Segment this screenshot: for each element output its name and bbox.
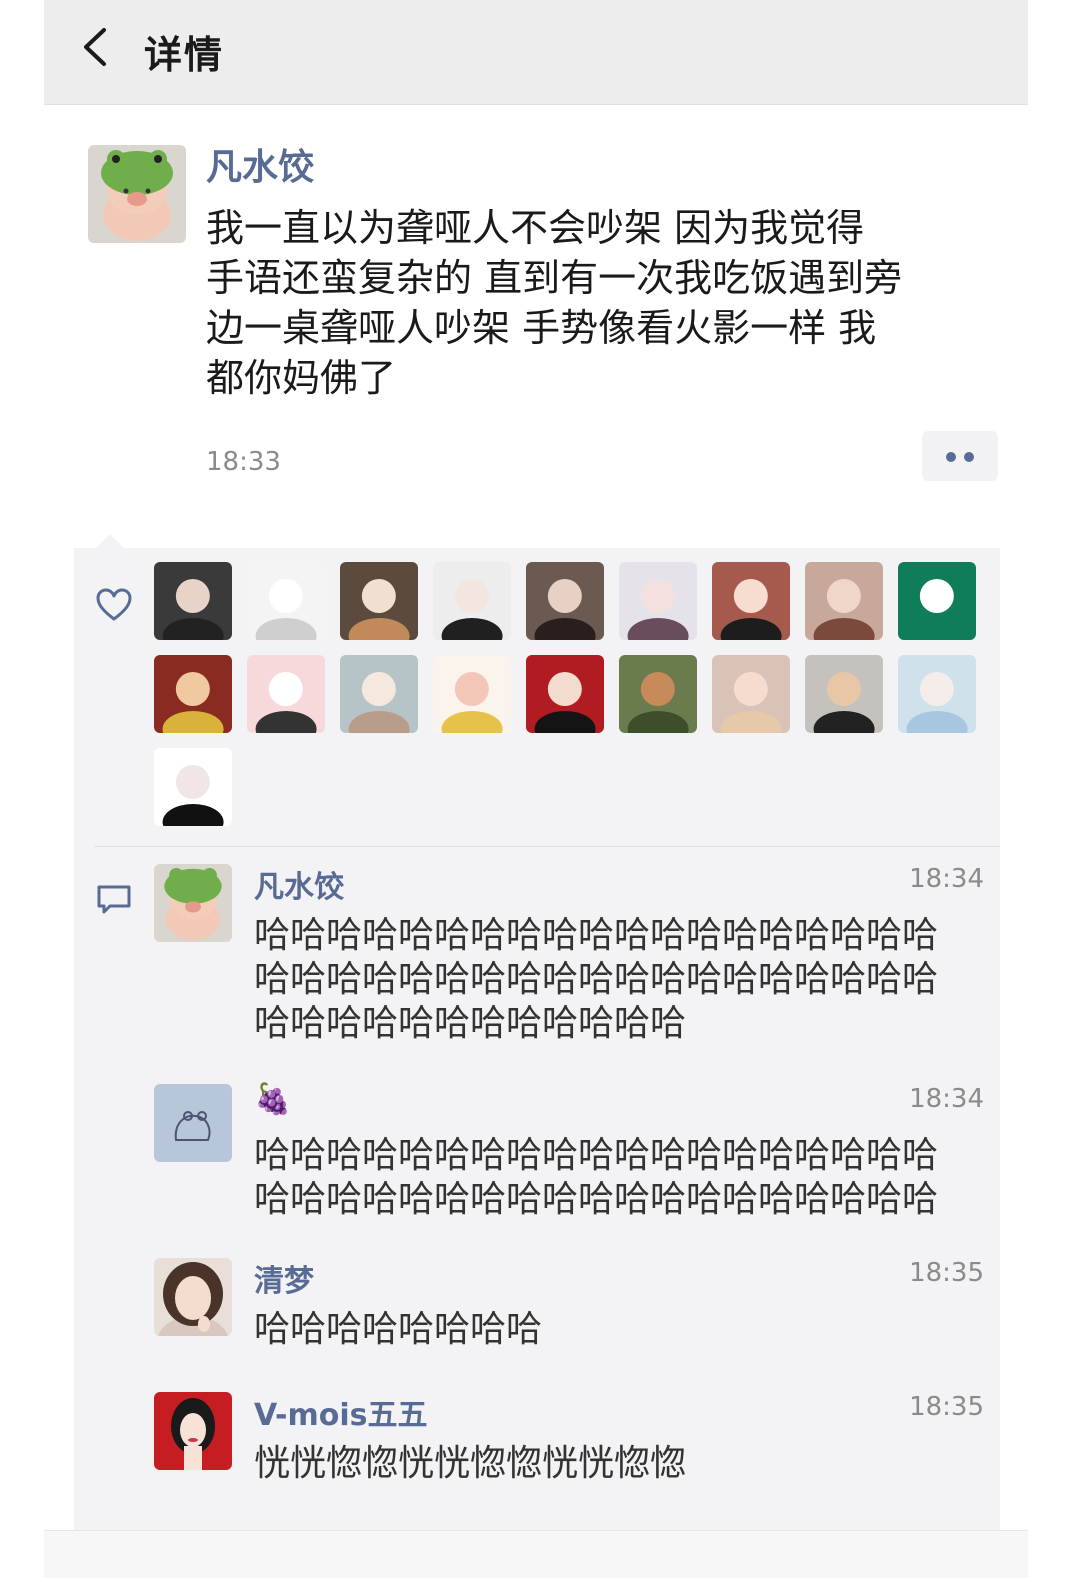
avatar-face	[175, 672, 211, 707]
back-button[interactable]	[72, 22, 122, 72]
comment-avatar[interactable]	[154, 1258, 232, 1336]
comment-time: 18:35	[909, 1392, 984, 1422]
like-avatar[interactable]	[433, 562, 511, 640]
comment-icon	[97, 885, 131, 914]
like-avatar[interactable]	[247, 562, 325, 640]
avatar-face	[361, 579, 397, 614]
like-avatar[interactable]	[712, 562, 790, 640]
avatar-face	[733, 579, 769, 614]
more-actions-button[interactable]	[922, 431, 998, 481]
avatar-face	[175, 579, 211, 614]
avatar-figure	[627, 618, 689, 640]
avatar-figure	[813, 618, 875, 640]
like-avatar[interactable]	[526, 562, 604, 640]
like-avatar[interactable]	[154, 748, 232, 826]
post-author-name[interactable]: 凡水饺	[206, 138, 314, 190]
like-avatar[interactable]	[805, 562, 883, 640]
avatar-figure	[534, 618, 596, 640]
comment-avatar[interactable]	[154, 1392, 232, 1470]
avatar-figure	[627, 711, 689, 733]
comment-item: 清梦 18:35 哈哈哈哈哈哈哈哈	[154, 1258, 984, 1368]
comment-time: 18:35	[909, 1258, 984, 1288]
dot-icon	[964, 452, 974, 462]
like-avatar[interactable]	[526, 655, 604, 733]
like-avatar[interactable]	[805, 655, 883, 733]
like-avatar[interactable]	[433, 655, 511, 733]
panel-pointer	[96, 534, 124, 548]
avatar-face	[826, 672, 862, 707]
comment-avatar[interactable]	[154, 1084, 232, 1162]
avatar-figure	[906, 711, 968, 733]
avatar-figure	[534, 711, 596, 733]
comment-item: 凡水饺 18:34 哈哈哈哈哈哈哈哈哈哈哈哈哈哈哈哈哈哈哈哈哈哈哈哈哈哈哈哈哈哈…	[154, 864, 984, 1064]
avatar-figure	[162, 618, 224, 640]
avatar-face	[733, 672, 769, 707]
avatar-face	[361, 672, 397, 707]
avatar-face	[919, 579, 955, 614]
comment-item: V-mois五五 18:35 恍恍惚惚恍恍惚惚恍恍惚惚	[154, 1392, 984, 1502]
avatar-face	[919, 672, 955, 707]
like-avatar[interactable]	[619, 655, 697, 733]
avatar-face	[454, 579, 490, 614]
post-text: 我一直以为聋哑人不会吵架 因为我觉得 手语还蛮复杂的 直到有一次我吃饭遇到旁 边…	[206, 206, 903, 400]
like-avatar[interactable]	[898, 655, 976, 733]
comment-author[interactable]: V-mois五五	[254, 1390, 428, 1434]
comment-author[interactable]: 🍇	[254, 1082, 291, 1117]
like-avatar[interactable]	[340, 562, 418, 640]
likes-comments-panel: 凡水饺 18:34 哈哈哈哈哈哈哈哈哈哈哈哈哈哈哈哈哈哈哈哈哈哈哈哈哈哈哈哈哈哈…	[74, 548, 1000, 1548]
like-avatar[interactable]	[712, 655, 790, 733]
like-avatar[interactable]	[898, 562, 976, 640]
like-avatar[interactable]	[154, 655, 232, 733]
avatar-figure	[441, 711, 503, 733]
comment-author[interactable]: 清梦	[254, 1256, 314, 1300]
divider	[94, 846, 1000, 847]
avatar-face	[826, 579, 862, 614]
avatar-figure	[720, 618, 782, 640]
avatar-figure	[813, 711, 875, 733]
avatar-face	[640, 672, 676, 707]
avatar-figure	[348, 618, 410, 640]
post-author-avatar[interactable]	[88, 145, 186, 243]
like-avatar[interactable]	[154, 562, 232, 640]
comment-item: 🍇 18:34 哈哈哈哈哈哈哈哈哈哈哈哈哈哈哈哈哈哈哈哈哈哈哈哈哈哈哈哈哈哈哈哈…	[154, 1082, 984, 1244]
page-title: 详情	[144, 33, 225, 77]
comment-text: 恍恍惚惚恍恍惚惚恍恍惚惚	[254, 1443, 687, 1484]
avatar-figure	[255, 711, 317, 733]
avatar-face	[268, 579, 304, 614]
avatar-figure	[162, 804, 224, 826]
avatar-face	[454, 672, 490, 707]
moments-detail-screen: 详情 凡水饺 我一直以为聋哑人不会吵架 因为我觉得 手语还蛮复杂的 直到有一次我…	[44, 0, 1028, 1578]
avatar-figure	[720, 711, 782, 733]
avatar-face	[640, 579, 676, 614]
avatar-figure	[441, 618, 503, 640]
avatar-face	[547, 672, 583, 707]
avatar-face	[175, 765, 211, 800]
like-avatar[interactable]	[619, 562, 697, 640]
avatar-figure	[348, 711, 410, 733]
avatar-figure	[255, 618, 317, 640]
like-avatar[interactable]	[340, 655, 418, 733]
comment-time: 18:34	[909, 1084, 984, 1114]
comment-text: 哈哈哈哈哈哈哈哈哈哈哈哈哈哈哈哈哈哈哈哈哈哈哈哈哈哈哈哈哈哈哈哈哈哈哈哈哈哈哈哈…	[254, 915, 939, 1044]
comment-avatar[interactable]	[154, 864, 232, 942]
avatar-face	[547, 579, 583, 614]
chevron-left-icon	[84, 28, 106, 66]
avatar-figure	[906, 618, 968, 640]
top-bar: 详情	[44, 0, 1028, 105]
bottom-input-bar	[44, 1530, 1028, 1578]
comment-author[interactable]: 凡水饺	[254, 862, 344, 906]
heart-icon	[96, 588, 132, 621]
like-avatar[interactable]	[247, 655, 325, 733]
avatar-figure	[162, 711, 224, 733]
comment-text: 哈哈哈哈哈哈哈哈哈哈哈哈哈哈哈哈哈哈哈哈哈哈哈哈哈哈哈哈哈哈哈哈哈哈哈哈哈哈	[254, 1135, 939, 1220]
comment-text: 哈哈哈哈哈哈哈哈	[254, 1309, 543, 1350]
comment-time: 18:34	[909, 864, 984, 894]
avatar-face	[268, 672, 304, 707]
dot-icon	[946, 452, 956, 462]
post-time: 18:33	[206, 447, 281, 477]
